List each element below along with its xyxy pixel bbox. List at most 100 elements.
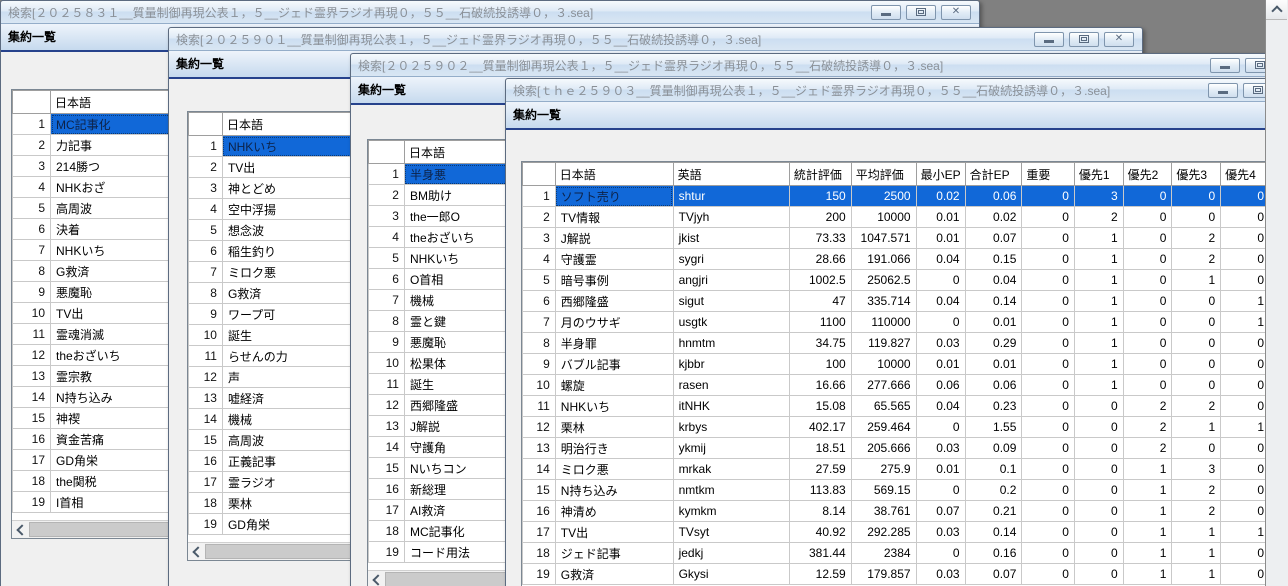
row-number-cell[interactable]: 10 <box>13 303 51 324</box>
row-number-cell[interactable]: 15 <box>369 458 405 479</box>
cell[interactable]: 1 <box>1074 333 1123 354</box>
cell[interactable]: nmtkm <box>673 480 789 501</box>
row-number-cell[interactable]: 16 <box>189 451 223 472</box>
scroll-left-button[interactable] <box>188 543 205 560</box>
cell[interactable]: 15.08 <box>789 396 851 417</box>
column-header[interactable]: 優先4 <box>1221 163 1270 186</box>
cell[interactable]: 191.066 <box>851 249 916 270</box>
close-button[interactable]: ✕ <box>941 5 971 20</box>
row-number-cell[interactable]: 18 <box>523 543 556 564</box>
minimize-button[interactable] <box>1208 83 1238 98</box>
row-number-cell[interactable]: 4 <box>189 199 223 220</box>
row-number-header[interactable] <box>369 141 405 164</box>
cell[interactable]: 1 <box>1172 522 1221 543</box>
minimize-button[interactable] <box>1210 58 1240 73</box>
cell[interactable]: 0.23 <box>965 396 1022 417</box>
cell[interactable]: 0 <box>1221 396 1270 417</box>
scroll-left-button[interactable] <box>368 571 385 586</box>
cell[interactable]: 0.1 <box>965 459 1022 480</box>
row-number-cell[interactable]: 19 <box>13 492 51 513</box>
cell[interactable]: 2 <box>1172 228 1221 249</box>
row-number-cell[interactable]: 7 <box>523 312 556 333</box>
row-number-cell[interactable]: 1 <box>13 114 51 135</box>
cell[interactable]: usgtk <box>673 312 789 333</box>
cell[interactable]: 0.2 <box>965 480 1022 501</box>
cell[interactable]: バブル記事 <box>555 354 673 375</box>
window-titlebar[interactable]: 検索[２０２５９０１__質量制御再現公表１，５__ジェド霊界ラジオ再現０，５５_… <box>169 28 1142 51</box>
cell[interactable]: TV出 <box>555 522 673 543</box>
row-number-cell[interactable]: 12 <box>13 345 51 366</box>
cell[interactable]: 0.04 <box>916 249 965 270</box>
mdi-vertical-scrollbar[interactable] <box>1265 0 1288 586</box>
cell[interactable]: 0 <box>1022 522 1074 543</box>
cell[interactable]: 1002.5 <box>789 270 851 291</box>
row-number-cell[interactable]: 15 <box>13 408 51 429</box>
cell[interactable]: 1 <box>1172 564 1221 585</box>
cell[interactable]: ソフト売り <box>555 186 673 207</box>
cell[interactable]: 0.04 <box>965 270 1022 291</box>
cell[interactable]: 381.44 <box>789 543 851 564</box>
row-number-cell[interactable]: 4 <box>369 227 405 248</box>
column-header[interactable]: 優先3 <box>1172 163 1221 186</box>
cell[interactable]: 0 <box>1022 312 1074 333</box>
window-titlebar[interactable]: 検索[ｔｈｅ２５９０３__質量制御再現公表１，５__ジェド霊界ラジオ再現０，５５… <box>506 79 1288 102</box>
cell[interactable]: 0 <box>1123 333 1172 354</box>
column-header[interactable]: 重要 <box>1022 163 1074 186</box>
cell[interactable]: J解説 <box>555 228 673 249</box>
cell[interactable]: 0 <box>1074 543 1123 564</box>
column-header[interactable]: 優先1 <box>1074 163 1123 186</box>
row-number-cell[interactable]: 15 <box>523 480 556 501</box>
cell[interactable]: 0.01 <box>916 228 965 249</box>
cell[interactable]: 10000 <box>851 207 916 228</box>
cell[interactable]: NHKいち <box>555 396 673 417</box>
cell[interactable]: 0.04 <box>916 396 965 417</box>
cell[interactable]: 0 <box>1172 291 1221 312</box>
cell[interactable]: 150 <box>789 186 851 207</box>
cell[interactable]: 0 <box>1022 186 1074 207</box>
row-number-cell[interactable]: 5 <box>369 248 405 269</box>
cell[interactable]: 0 <box>1074 459 1123 480</box>
row-number-cell[interactable]: 13 <box>369 416 405 437</box>
cell[interactable]: 0.01 <box>916 459 965 480</box>
row-number-cell[interactable]: 17 <box>369 500 405 521</box>
cell[interactable]: 0 <box>1074 438 1123 459</box>
cell[interactable]: ミロク悪 <box>555 459 673 480</box>
table-row[interactable]: 15N持ち込みnmtkm113.83569.1500.200120 <box>523 480 1270 501</box>
cell[interactable]: 0 <box>1172 438 1221 459</box>
cell[interactable]: 1 <box>1221 312 1270 333</box>
cell[interactable]: TVjyh <box>673 207 789 228</box>
row-number-cell[interactable]: 12 <box>523 417 556 438</box>
row-number-cell[interactable]: 18 <box>369 521 405 542</box>
cell[interactable]: 1 <box>1123 543 1172 564</box>
cell[interactable]: 暗号事例 <box>555 270 673 291</box>
cell[interactable]: 25062.5 <box>851 270 916 291</box>
cell[interactable]: ジェド記事 <box>555 543 673 564</box>
table-row[interactable]: 8半身罪hnmtm34.75119.8270.030.2901000 <box>523 333 1270 354</box>
row-number-cell[interactable]: 2 <box>369 185 405 206</box>
cell[interactable]: 1 <box>1074 249 1123 270</box>
row-number-cell[interactable]: 19 <box>369 542 405 563</box>
cell[interactable]: 0 <box>1022 354 1074 375</box>
row-number-cell[interactable]: 3 <box>189 178 223 199</box>
cell[interactable]: 1 <box>1074 291 1123 312</box>
cell[interactable]: 0 <box>1123 312 1172 333</box>
cell[interactable]: 1100 <box>789 312 851 333</box>
row-number-cell[interactable]: 16 <box>369 479 405 500</box>
table-row[interactable]: 17TV出TVsyt40.92292.2850.030.1400111 <box>523 522 1270 543</box>
table-row[interactable]: 2TV情報TVjyh200100000.010.0202000 <box>523 207 1270 228</box>
cell[interactable]: TV情報 <box>555 207 673 228</box>
cell[interactable]: Gkysi <box>673 564 789 585</box>
row-number-header[interactable] <box>13 91 51 114</box>
cell[interactable]: 0 <box>1123 291 1172 312</box>
cell[interactable]: angjri <box>673 270 789 291</box>
row-number-header[interactable] <box>189 113 223 136</box>
row-number-cell[interactable]: 16 <box>13 429 51 450</box>
row-number-cell[interactable]: 5 <box>189 220 223 241</box>
cell[interactable]: 113.83 <box>789 480 851 501</box>
cell[interactable]: 1 <box>1172 270 1221 291</box>
cell[interactable]: 1047.571 <box>851 228 916 249</box>
cell[interactable]: 277.666 <box>851 375 916 396</box>
row-number-cell[interactable]: 7 <box>13 240 51 261</box>
row-number-cell[interactable]: 2 <box>189 157 223 178</box>
row-number-cell[interactable]: 9 <box>189 304 223 325</box>
